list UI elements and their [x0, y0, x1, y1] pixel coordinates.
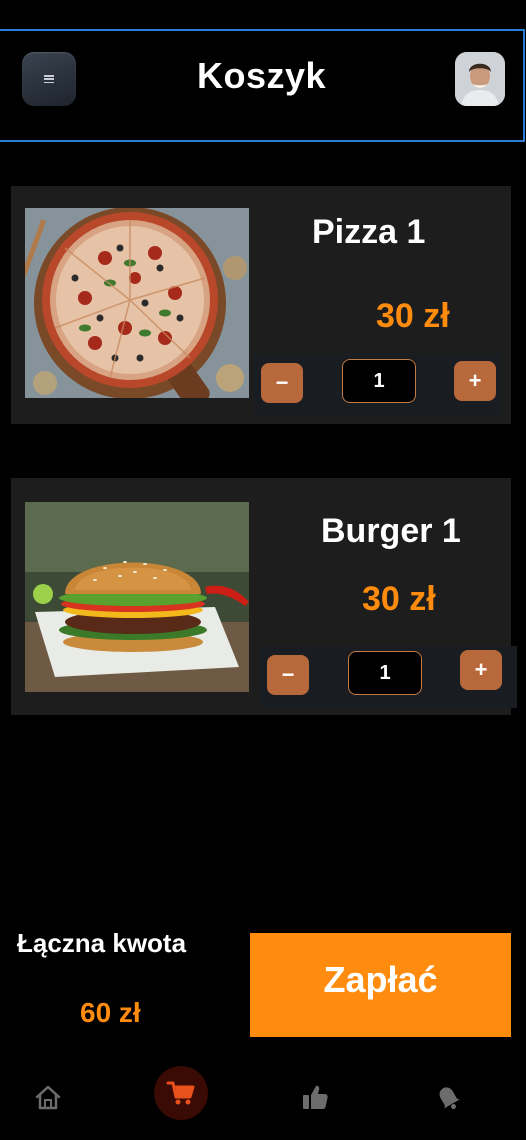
cart-item: Pizza 1 30 zł − 1 + [11, 186, 511, 424]
burger-photo [25, 502, 249, 692]
nav-item-cart[interactable] [154, 1066, 208, 1120]
quantity-stepper: − 1 + [260, 646, 517, 708]
decrease-quantity-button[interactable]: − [261, 363, 303, 403]
plus-icon: + [474, 657, 488, 682]
home-icon [35, 1085, 61, 1110]
decrease-quantity-button[interactable]: − [267, 655, 309, 695]
quantity-stepper: − 1 + [254, 354, 501, 416]
increase-quantity-button[interactable]: + [454, 361, 496, 401]
minus-icon: − [281, 662, 295, 687]
item-name: Burger 1 [321, 512, 461, 550]
thumbs-up-icon [303, 1085, 328, 1109]
nav-item-likes[interactable] [288, 1070, 342, 1124]
pizza-photo [25, 208, 249, 398]
quantity-field[interactable]: 1 [348, 651, 422, 695]
minus-icon: − [275, 370, 289, 395]
increase-quantity-button[interactable]: + [460, 650, 502, 690]
page-title: Koszyk [196, 55, 327, 96]
bottom-nav [0, 1060, 526, 1140]
cart-icon [166, 1081, 195, 1105]
quantity-field[interactable]: 1 [342, 359, 416, 403]
total-value: 60 zł [80, 997, 141, 1028]
total-label: Łączna kwota [17, 928, 187, 958]
cart-item: Burger 1 30 zł − 1 + [11, 478, 517, 715]
item-price: 30 zł [376, 297, 450, 335]
item-name: Pizza 1 [312, 213, 426, 251]
bell-icon [439, 1087, 460, 1110]
nav-item-home[interactable] [21, 1070, 75, 1124]
nav-item-notifications[interactable] [421, 1070, 475, 1124]
user-avatar-icon [455, 52, 505, 106]
avatar[interactable] [455, 52, 505, 106]
item-price: 30 zł [362, 580, 436, 618]
plus-icon: + [468, 368, 482, 393]
app-header: Koszyk [0, 29, 525, 142]
pay-button[interactable]: Zapłać [250, 933, 511, 1037]
